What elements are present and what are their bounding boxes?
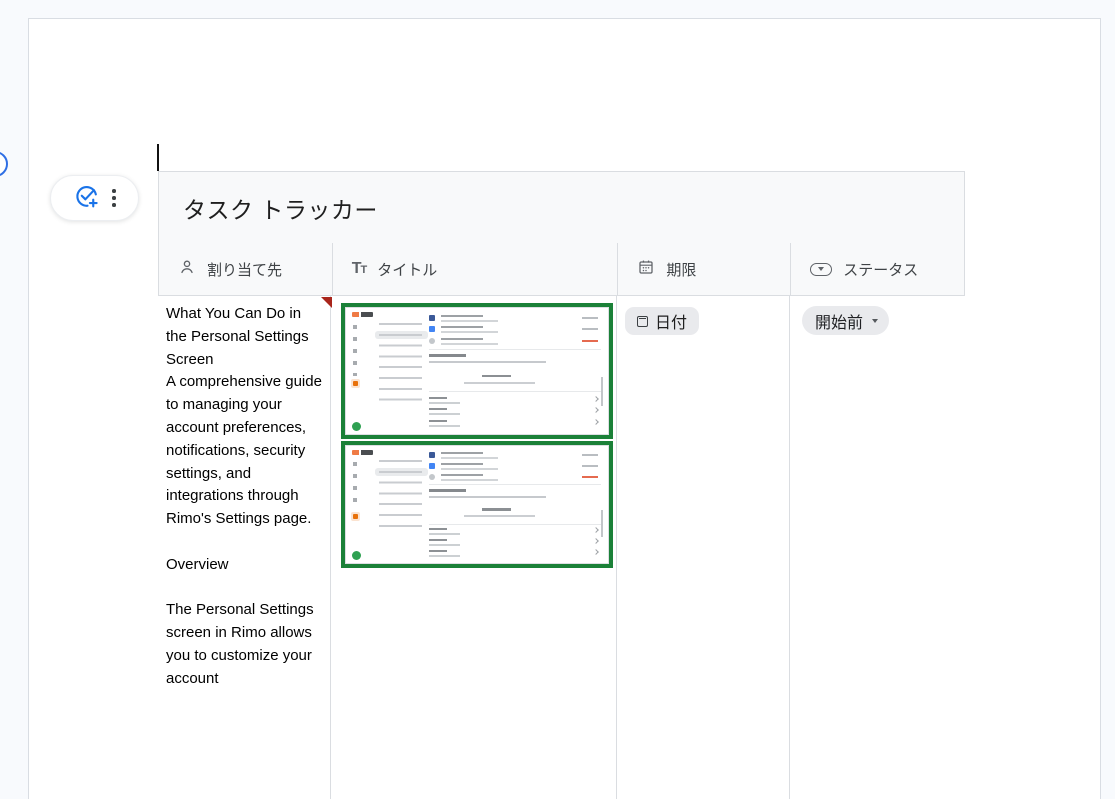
table-title-row[interactable]: タスク トラッカー: [158, 171, 965, 244]
column-label: 割り当て先: [207, 259, 282, 280]
text-format-icon: Tt: [352, 260, 367, 278]
column-divider: [789, 296, 790, 799]
settings-screenshot-preview: [345, 445, 609, 564]
column-divider: [330, 296, 331, 799]
status-chip[interactable]: 開始前: [802, 306, 889, 335]
column-header-assignee[interactable]: 割り当て先: [159, 243, 332, 295]
person-icon: [178, 258, 196, 281]
assignee-cell[interactable]: What You Can Do in the Personal Settings…: [166, 303, 326, 691]
due-date-chip-label: 日付: [655, 309, 687, 333]
table-header-row: 割り当て先 Tt タイトル 期限 ステータス: [158, 243, 965, 296]
status-chip-label: 開始前: [815, 309, 863, 333]
add-task-button[interactable]: [73, 183, 100, 213]
column-label: 期限: [666, 259, 696, 280]
check-circle-plus-icon: [73, 183, 100, 213]
kebab-menu-icon: [112, 189, 116, 207]
column-header-title[interactable]: Tt タイトル: [332, 243, 618, 295]
calendar-small-icon: [637, 316, 648, 327]
due-date-chip[interactable]: 日付: [625, 307, 699, 335]
caret-down-icon: [872, 319, 878, 323]
dropdown-oval-icon: [810, 263, 832, 276]
column-label: ステータス: [843, 259, 918, 280]
column-header-due[interactable]: 期限: [617, 243, 790, 295]
column-header-status[interactable]: ステータス: [790, 243, 964, 295]
assignee-paragraph: The Personal Settings screen in Rimo all…: [166, 599, 326, 690]
more-options-button[interactable]: [112, 189, 116, 207]
task-title-image-2[interactable]: [341, 441, 613, 568]
assignee-paragraph: What You Can Do in the Personal Settings…: [166, 303, 326, 371]
text-cursor: [157, 144, 159, 171]
assignee-paragraph: Overview: [166, 554, 326, 577]
offscreen-floating-button[interactable]: [0, 151, 8, 177]
table-hover-toolbar: [50, 175, 139, 221]
assignee-paragraph: A comprehensive guide to managing your a…: [166, 371, 326, 531]
table-title: タスク トラッカー: [183, 191, 378, 225]
calendar-icon: [637, 258, 655, 281]
column-label: タイトル: [377, 259, 437, 280]
column-divider: [616, 296, 617, 799]
task-title-image-1[interactable]: [341, 303, 613, 439]
settings-screenshot-preview: [345, 307, 609, 435]
